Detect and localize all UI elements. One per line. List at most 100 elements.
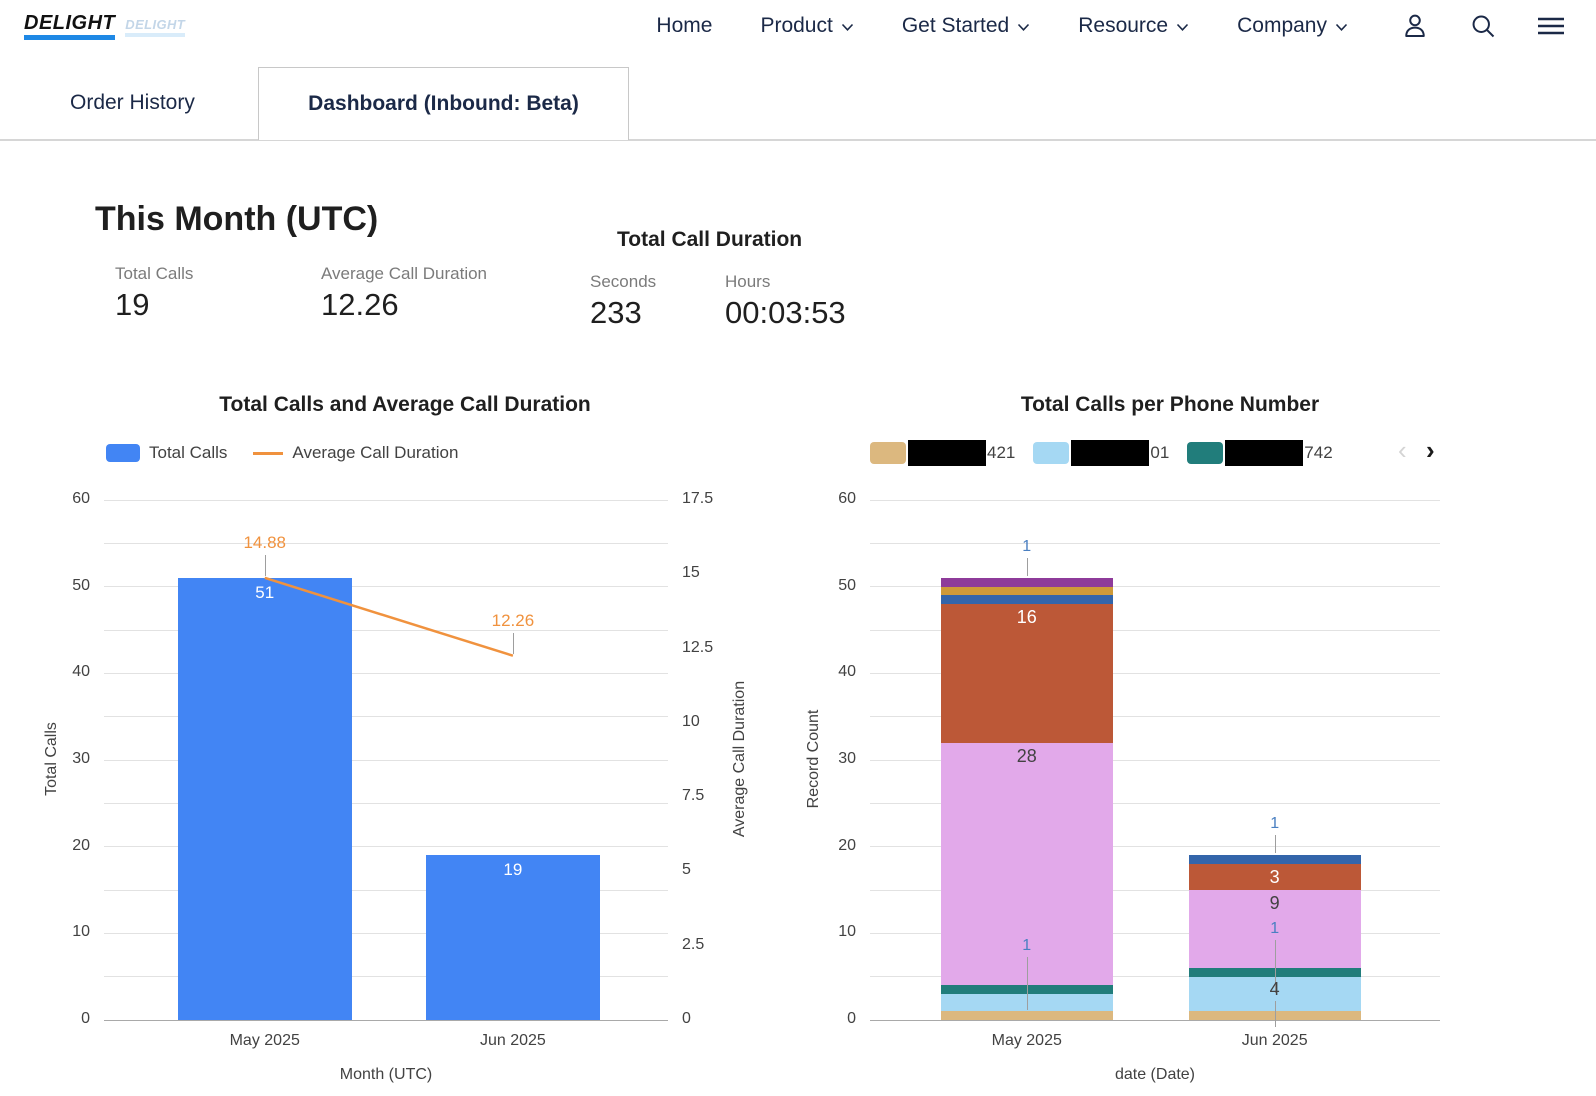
gridline — [870, 500, 1440, 501]
y-axis-tick-label: 17.5 — [682, 490, 713, 508]
nav-item-company[interactable]: Company — [1237, 14, 1348, 38]
y-axis-tick-label: 12.5 — [682, 639, 713, 657]
segment-value-label: 28 — [941, 746, 1113, 767]
stat-value: 19 — [115, 287, 193, 323]
legend-label: Total Calls — [149, 443, 227, 463]
segment-value-label: 1 — [1235, 920, 1315, 938]
nav-item-product[interactable]: Product — [760, 14, 853, 38]
x-axis-category-label: May 2025 — [942, 1032, 1112, 1050]
label-leader — [1275, 1001, 1276, 1028]
top-nav-bar: DELIGHT DELIGHT Home Product Get Started Re… — [0, 0, 1596, 52]
legend-swatch — [1187, 442, 1223, 464]
y-axis-tick-label: 60 — [38, 490, 90, 508]
x-axis-title: Month (UTC) — [104, 1066, 668, 1084]
y-axis-tick-label: 10 — [804, 923, 856, 941]
y-axis-title-left: Total Calls — [43, 649, 61, 869]
stat-label: Seconds — [590, 272, 656, 292]
y-axis-tick-label: 0 — [804, 1010, 856, 1028]
legend-label-suffix: 01 — [1150, 443, 1169, 463]
nav-item-label: Company — [1237, 14, 1327, 38]
legend-label: Average Call Duration — [292, 443, 458, 463]
stacked-segment-phone-number-blue[interactable] — [941, 595, 1113, 604]
redacted-phone-number — [908, 440, 986, 466]
stat-value: 12.26 — [321, 287, 487, 323]
y-axis-tick-label: 50 — [38, 577, 90, 595]
stacked-segment-phone-number-blue[interactable] — [1189, 855, 1361, 864]
legend-item-average-call-duration[interactable]: Average Call Duration — [253, 443, 458, 463]
chart-title: Total Calls per Phone Number — [800, 393, 1540, 417]
redacted-phone-number — [1225, 440, 1303, 466]
chevron-down-icon — [1017, 23, 1030, 32]
segment-value-label: 3 — [1189, 867, 1361, 888]
legend-prev-arrow[interactable]: ‹ — [1398, 437, 1407, 463]
chevron-down-icon — [1335, 23, 1348, 32]
tab-bottom-divider — [0, 139, 1596, 141]
line-value-label: 14.88 — [220, 533, 310, 553]
stacked-segment-phone-number-gold[interactable] — [941, 587, 1113, 596]
nav-item-home[interactable]: Home — [656, 14, 712, 38]
plot-area: 1 16 28 1 1 3 9 1 4 — [870, 500, 1440, 1020]
nav-item-label: Product — [760, 14, 832, 38]
stat-value: 00:03:53 — [725, 295, 846, 331]
y-axis-tick-label: 2.5 — [682, 936, 704, 954]
main-nav: Home Product Get Started Resource Company — [656, 14, 1348, 38]
stat-hours: Hours 00:03:53 — [725, 272, 846, 331]
y-axis-tick-label: 15 — [682, 564, 700, 582]
menu-icon[interactable] — [1536, 11, 1566, 41]
chart-legend: Total Calls Average Call Duration — [106, 443, 458, 463]
stat-label: Total Calls — [115, 264, 193, 284]
line-label-leader — [513, 633, 514, 654]
line-label-leader — [265, 555, 266, 576]
page-title: This Month (UTC) — [95, 200, 378, 239]
average-call-duration-line — [104, 500, 668, 1020]
label-leader — [1275, 835, 1276, 853]
nav-item-get-started[interactable]: Get Started — [902, 14, 1030, 38]
search-icon[interactable] — [1468, 11, 1498, 41]
legend-item-phone-421[interactable]: 421 — [870, 440, 1015, 466]
chart-total-calls-and-avg-duration: Total Calls and Average Call Duration 5 1… — [40, 385, 770, 1085]
segment-value-label: 16 — [941, 607, 1113, 628]
legend-label-suffix: 742 — [1304, 443, 1332, 463]
stat-avg-call-duration: Average Call Duration 12.26 — [321, 264, 487, 323]
segment-value-label: 1 — [987, 937, 1067, 955]
stat-label: Hours — [725, 272, 846, 292]
tab-dashboard-inbound-beta[interactable]: Dashboard (Inbound: Beta) — [258, 67, 629, 140]
x-axis-category-label: May 2025 — [180, 1032, 350, 1050]
y-axis-tick-label: 10 — [682, 713, 700, 731]
legend-line-swatch — [253, 452, 283, 455]
stat-total-calls: Total Calls 19 — [115, 264, 193, 323]
legend-next-arrow[interactable]: › — [1426, 437, 1435, 463]
y-axis-title-right: Average Call Duration — [731, 649, 749, 869]
y-axis-tick-label: 0 — [682, 1010, 691, 1028]
segment-value-label: 4 — [1189, 979, 1361, 1000]
nav-item-resource[interactable]: Resource — [1078, 14, 1189, 38]
segment-value-label: 9 — [1189, 893, 1361, 914]
y-axis-tick-label: 60 — [804, 490, 856, 508]
nav-item-label: Resource — [1078, 14, 1168, 38]
legend-item-total-calls[interactable]: Total Calls — [106, 443, 227, 463]
stacked-segment-phone-number-ending-421[interactable] — [941, 1011, 1113, 1020]
chevron-down-icon — [1176, 23, 1189, 32]
y-axis-tick-label: 5 — [682, 861, 691, 879]
stat-value: 233 — [590, 295, 656, 331]
stat-label: Average Call Duration — [321, 264, 487, 284]
tab-order-history[interactable]: Order History — [70, 67, 195, 139]
gridline — [870, 543, 1440, 544]
legend-item-phone-01[interactable]: 01 — [1033, 440, 1169, 466]
legend-item-phone-742[interactable]: 742 — [1187, 440, 1332, 466]
y-axis-tick-label: 0 — [38, 1010, 90, 1028]
chart-legend: 421 01 742 — [870, 440, 1333, 466]
y-axis-tick-label: 10 — [38, 923, 90, 941]
logo-text: DELIGHT — [24, 13, 115, 40]
chart-title: Total Calls and Average Call Duration — [40, 393, 770, 417]
segment-value-label: 1 — [1235, 815, 1315, 833]
account-icon[interactable] — [1400, 11, 1430, 41]
y-axis-tick-label: 7.5 — [682, 787, 704, 805]
x-axis-category-label: Jun 2025 — [428, 1032, 598, 1050]
stacked-segment-phone-number-purple[interactable] — [941, 578, 1113, 587]
segment-value-label: 1 — [987, 538, 1067, 556]
label-leader — [1027, 957, 1028, 1010]
redacted-phone-number — [1071, 440, 1149, 466]
logo[interactable]: DELIGHT DELIGHT — [24, 13, 185, 40]
total-call-duration-title: Total Call Duration — [617, 228, 802, 252]
